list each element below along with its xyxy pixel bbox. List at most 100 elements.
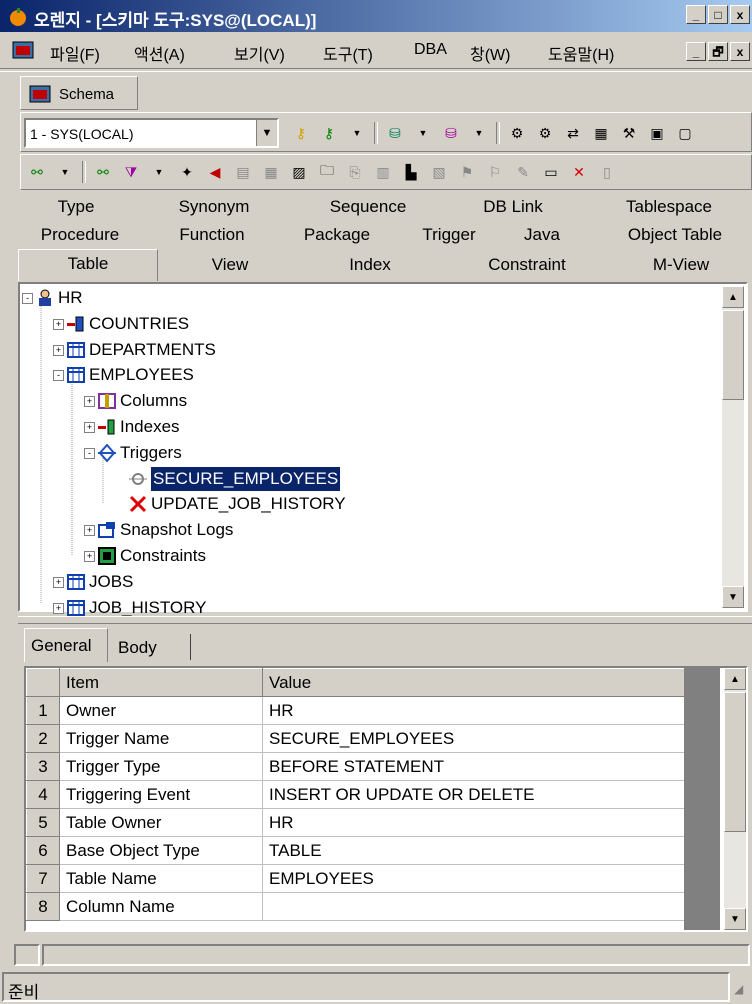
- column-header-item[interactable]: Item: [59, 668, 263, 697]
- tab-function[interactable]: Function: [156, 225, 268, 245]
- splitter[interactable]: [18, 616, 752, 624]
- scroll-down-icon[interactable]: ▼: [724, 908, 746, 930]
- query-alt-icon[interactable]: ⚙: [534, 122, 556, 144]
- property-value[interactable]: [262, 892, 686, 921]
- table-row[interactable]: 5 Table Owner HR: [26, 808, 686, 837]
- property-value[interactable]: HR: [262, 696, 686, 725]
- close-button[interactable]: x: [730, 5, 750, 24]
- table-edit-icon[interactable]: ▦: [260, 161, 282, 183]
- collapse-icon[interactable]: -: [84, 447, 95, 459]
- expand-icon[interactable]: +: [53, 344, 64, 356]
- properties-grid[interactable]: Item Value 1 Owner HR 2 Trigger Name SECURE_E…: [24, 666, 748, 932]
- property-value[interactable]: EMPLOYEES: [262, 864, 686, 893]
- tab-synonym[interactable]: Synonym: [146, 197, 282, 217]
- maximize-button[interactable]: □: [708, 5, 728, 24]
- tab-constraint[interactable]: Constraint: [454, 255, 600, 275]
- tab-m-view[interactable]: M-View: [616, 255, 746, 275]
- tab-db-link[interactable]: DB Link: [450, 197, 576, 217]
- tab-index[interactable]: Index: [300, 255, 440, 275]
- property-value[interactable]: INSERT OR UPDATE OR DELETE: [262, 780, 686, 809]
- tab-general[interactable]: General: [24, 628, 108, 662]
- copy-icon[interactable]: ⎘: [344, 161, 366, 183]
- more-icon[interactable]: ▢: [674, 122, 696, 144]
- table-row[interactable]: 4 Triggering Event INSERT OR UPDATE OR DEL…: [26, 780, 686, 809]
- collapse-icon[interactable]: -: [22, 293, 33, 304]
- tab-table[interactable]: Table: [18, 249, 158, 281]
- filter-clear-icon[interactable]: ⚷: [318, 122, 340, 144]
- tab-object-table[interactable]: Object Table: [602, 225, 748, 245]
- tab-trigger[interactable]: Trigger: [404, 225, 494, 245]
- connection-select[interactable]: 1 - SYS(LOCAL) ▼: [24, 118, 279, 148]
- mdi-close-button[interactable]: x: [730, 42, 750, 61]
- tab-body[interactable]: Body: [110, 634, 191, 660]
- dropdown-small-icon[interactable]: ▼: [412, 122, 434, 144]
- menu-window[interactable]: 창(W): [470, 41, 510, 65]
- tree-scrollbar[interactable]: ▲ ▼: [722, 286, 744, 608]
- run-icon[interactable]: ✎: [512, 161, 534, 183]
- image-icon[interactable]: ▨: [288, 161, 310, 183]
- compare-icon[interactable]: ⇄: [562, 122, 584, 144]
- filter-icon[interactable]: ⚷: [290, 122, 312, 144]
- tab-package[interactable]: Package: [280, 225, 394, 245]
- title-bar[interactable]: 오렌지 - [스키마 도구:SYS@(LOCAL)] _ □ x: [0, 0, 752, 32]
- delete-icon[interactable]: ✕: [568, 161, 590, 183]
- collapse-icon[interactable]: -: [53, 370, 64, 382]
- property-value[interactable]: TABLE: [262, 836, 686, 865]
- window-icon[interactable]: ▭: [540, 161, 562, 183]
- expand-icon[interactable]: +: [53, 576, 64, 588]
- table-row[interactable]: 6 Base Object Type TABLE: [26, 836, 686, 865]
- expand-icon[interactable]: +: [84, 396, 95, 408]
- tab-java[interactable]: Java: [502, 225, 582, 245]
- properties-icon[interactable]: ▯: [596, 161, 618, 183]
- scroll-up-icon[interactable]: ▲: [722, 286, 744, 308]
- tab-view[interactable]: View: [174, 255, 286, 275]
- minimize-button[interactable]: _: [686, 5, 706, 24]
- menu-tools[interactable]: 도구(T): [323, 41, 373, 65]
- expand-icon[interactable]: +: [84, 422, 95, 433]
- grid-icon[interactable]: ▦: [590, 122, 612, 144]
- schema-tree[interactable]: - HR + COUNTRIES + DEPARTMENTS - EMPLOYEES + Colu…: [18, 282, 748, 617]
- flag-icon[interactable]: ⚐: [484, 161, 506, 183]
- object-browser-icon[interactable]: ⚯: [92, 161, 114, 183]
- size-grip-icon[interactable]: ◢: [734, 982, 743, 996]
- mdi-child-icon[interactable]: [12, 40, 34, 60]
- scroll-thumb[interactable]: [722, 310, 744, 400]
- dropdown-small-icon[interactable]: ▼: [54, 161, 76, 183]
- grid-scrollbar[interactable]: ▲ ▼: [724, 668, 746, 930]
- object-icon[interactable]: ⚯: [26, 161, 48, 183]
- scroll-up-icon[interactable]: ▲: [724, 668, 746, 690]
- analyze-icon[interactable]: ▧: [428, 161, 450, 183]
- table-grid-icon[interactable]: ▤: [232, 161, 254, 183]
- table-row[interactable]: 8 Column Name: [26, 892, 686, 921]
- scroll-thumb[interactable]: [724, 692, 746, 832]
- table-row[interactable]: 7 Table Name EMPLOYEES: [26, 864, 686, 893]
- property-value[interactable]: HR: [262, 808, 686, 837]
- table-row[interactable]: 1 Owner HR: [26, 696, 686, 725]
- menu-action[interactable]: 액션(A): [134, 41, 185, 65]
- chart-icon[interactable]: ▥: [372, 161, 394, 183]
- wand-icon[interactable]: ✦: [176, 161, 198, 183]
- property-value[interactable]: SECURE_EMPLOYEES: [262, 724, 686, 753]
- query-icon[interactable]: ⚙: [506, 122, 528, 144]
- tab-tablespace[interactable]: Tablespace: [594, 197, 744, 217]
- table-row[interactable]: 3 Trigger Type BEFORE STATEMENT: [26, 752, 686, 781]
- tab-schema[interactable]: Schema: [20, 76, 138, 110]
- dropdown-small-icon[interactable]: ▼: [346, 122, 368, 144]
- menu-view[interactable]: 보기(V): [234, 41, 285, 65]
- menu-file[interactable]: 파일(F): [50, 41, 100, 65]
- database-icon[interactable]: ⛁: [384, 122, 406, 144]
- filter-funnel-icon[interactable]: ⧩: [120, 161, 142, 183]
- expand-icon[interactable]: +: [53, 602, 64, 614]
- database-alt-icon[interactable]: ⛁: [440, 122, 462, 144]
- stats-icon[interactable]: ▙: [400, 161, 422, 183]
- arrow-left-icon[interactable]: ◀: [204, 161, 226, 183]
- tab-procedure[interactable]: Procedure: [18, 225, 142, 245]
- property-value[interactable]: BEFORE STATEMENT: [262, 752, 686, 781]
- mdi-minimize-button[interactable]: _: [686, 42, 706, 61]
- grant-icon[interactable]: ⚑: [456, 161, 478, 183]
- tab-type[interactable]: Type: [18, 197, 134, 217]
- tab-sequence[interactable]: Sequence: [298, 197, 438, 217]
- expand-icon[interactable]: +: [53, 318, 64, 330]
- menu-dba[interactable]: DBA: [414, 41, 447, 59]
- column-header-value[interactable]: Value: [262, 668, 686, 697]
